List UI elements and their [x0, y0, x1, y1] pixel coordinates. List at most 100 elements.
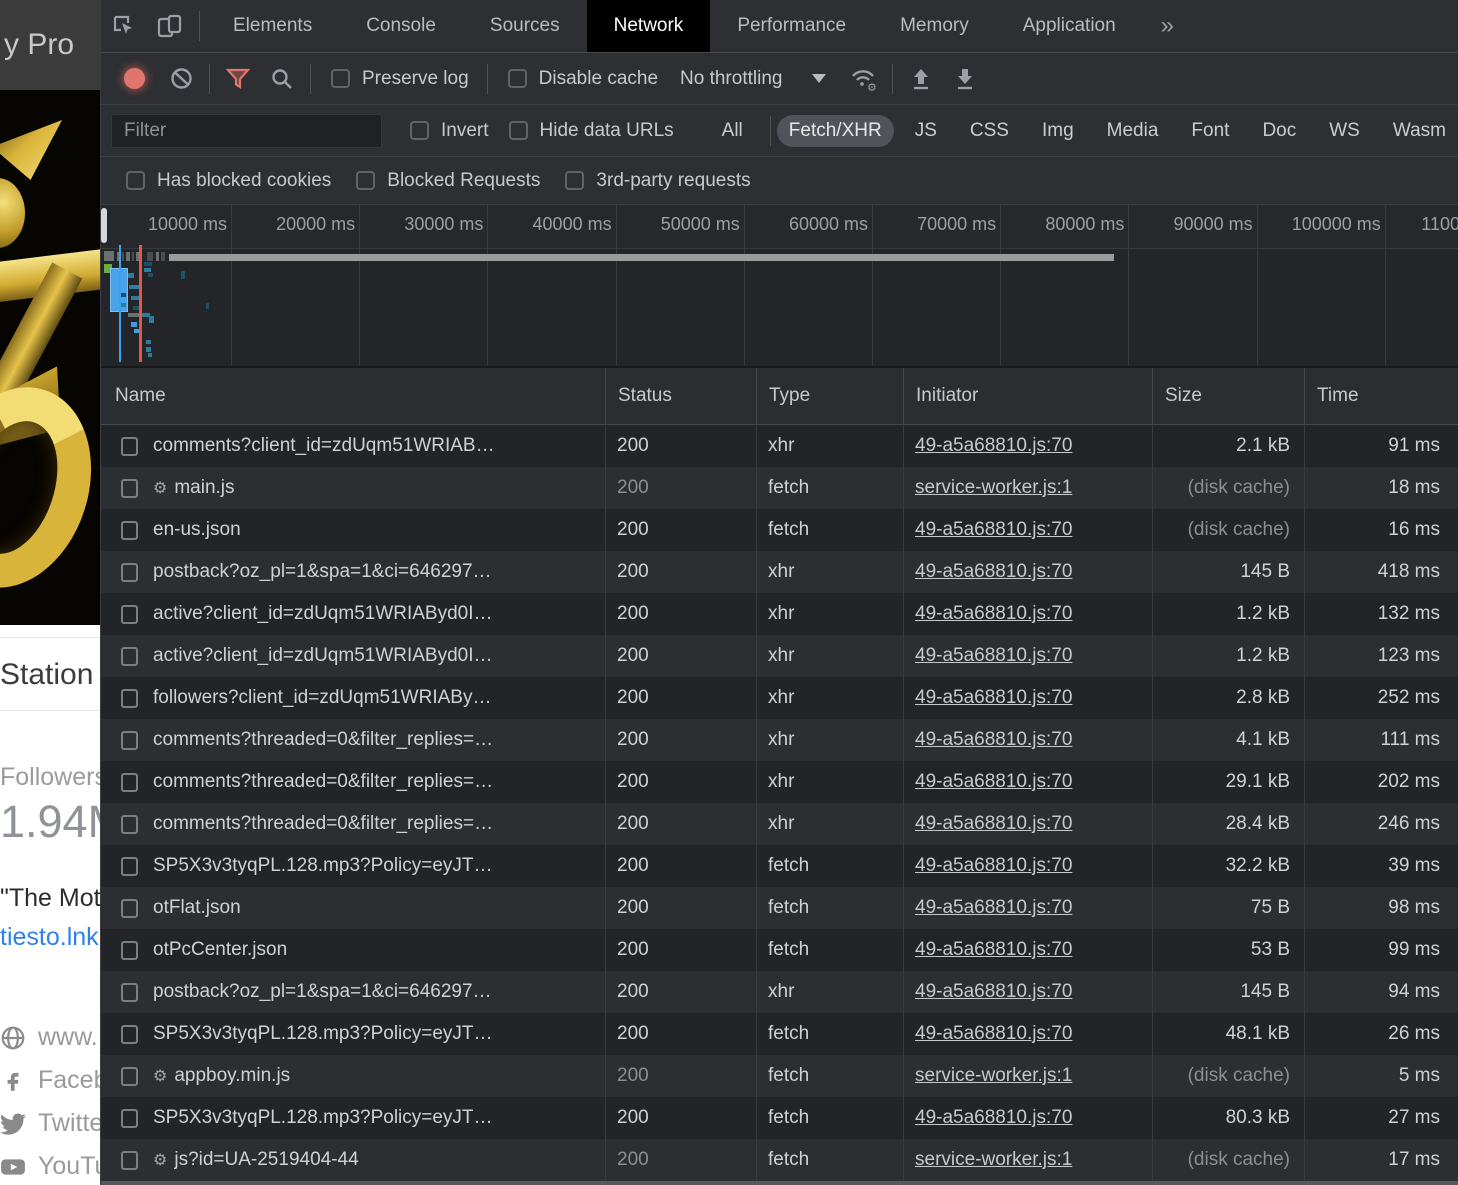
- tab-memory[interactable]: Memory: [873, 0, 996, 52]
- 3rd-party-requests-checkbox[interactable]: [565, 171, 584, 190]
- table-row[interactable]: ⚙ comments?threaded=0&filter_replies=… 2…: [101, 719, 1458, 761]
- filter-type-img[interactable]: Img: [1030, 115, 1086, 147]
- request-initiator-link[interactable]: service-worker.js:1: [915, 1149, 1072, 1171]
- row-checkbox[interactable]: [121, 941, 138, 960]
- request-initiator-link[interactable]: 49-a5a68810.js:70: [915, 939, 1072, 961]
- table-row[interactable]: ⚙ en-us.json 200 fetch 49-a5a68810.js:70…: [101, 509, 1458, 551]
- request-initiator-link[interactable]: 49-a5a68810.js:70: [915, 1107, 1072, 1129]
- timeline-overview[interactable]: 10000 ms20000 ms30000 ms40000 ms50000 ms…: [101, 205, 1458, 368]
- social-link-youtu[interactable]: YouTu: [0, 1145, 100, 1185]
- column-header-time[interactable]: Time: [1304, 368, 1458, 424]
- column-header-initiator[interactable]: Initiator: [903, 368, 1152, 424]
- tab-console[interactable]: Console: [339, 0, 463, 52]
- filter-type-media[interactable]: Media: [1095, 115, 1171, 147]
- filter-input[interactable]: [111, 114, 382, 148]
- table-row[interactable]: ⚙ comments?threaded=0&filter_replies=… 2…: [101, 803, 1458, 845]
- column-header-size[interactable]: Size: [1152, 368, 1304, 424]
- request-initiator-link[interactable]: 49-a5a68810.js:70: [915, 435, 1072, 457]
- social-link-faceb[interactable]: Faceb: [0, 1059, 100, 1102]
- row-checkbox[interactable]: [121, 479, 138, 498]
- table-row[interactable]: ⚙ followers?client_id=zdUqm51WRIABy… 200…: [101, 677, 1458, 719]
- device-toolbar-icon[interactable]: [147, 0, 193, 52]
- clear-icon[interactable]: [159, 61, 203, 97]
- hide-data-urls-checkbox[interactable]: [509, 121, 528, 140]
- row-checkbox[interactable]: [121, 857, 138, 876]
- table-row[interactable]: ⚙ comments?client_id=zdUqm51WRIAB… 200 x…: [101, 425, 1458, 467]
- request-initiator-link[interactable]: 49-a5a68810.js:70: [915, 561, 1072, 583]
- row-checkbox[interactable]: [121, 437, 138, 456]
- social-link-www[interactable]: www.: [0, 1016, 100, 1059]
- tab-network[interactable]: Network: [587, 0, 711, 52]
- table-row[interactable]: ⚙ SP5X3v3tyqPL.128.mp3?Policy=eyJT… 200 …: [101, 1097, 1458, 1139]
- filter-type-doc[interactable]: Doc: [1250, 115, 1308, 147]
- more-tabs-button[interactable]: »: [1143, 0, 1192, 52]
- row-checkbox[interactable]: [121, 773, 138, 792]
- tab-performance[interactable]: Performance: [710, 0, 873, 52]
- row-checkbox[interactable]: [121, 731, 138, 750]
- tab-elements[interactable]: Elements: [206, 0, 339, 52]
- table-row[interactable]: ⚙ SP5X3v3tyqPL.128.mp3?Policy=eyJT… 200 …: [101, 1013, 1458, 1055]
- request-initiator-link[interactable]: 49-a5a68810.js:70: [915, 897, 1072, 919]
- table-row[interactable]: ⚙ otPcCenter.json 200 fetch 49-a5a68810.…: [101, 929, 1458, 971]
- network-conditions-icon[interactable]: ⚙: [842, 61, 886, 97]
- table-row[interactable]: ⚙ otFlat.json 200 fetch 49-a5a68810.js:7…: [101, 887, 1458, 929]
- inspect-element-icon[interactable]: [101, 0, 147, 52]
- table-row[interactable]: ⚙ postback?oz_pl=1&spa=1&ci=646297… 200 …: [101, 971, 1458, 1013]
- row-checkbox[interactable]: [121, 1025, 138, 1044]
- filter-icon[interactable]: [216, 61, 260, 97]
- filter-type-font[interactable]: Font: [1179, 115, 1241, 147]
- request-initiator-link[interactable]: service-worker.js:1: [915, 477, 1072, 499]
- row-checkbox[interactable]: [121, 1109, 138, 1128]
- chevron-down-icon[interactable]: [812, 74, 826, 83]
- row-checkbox[interactable]: [121, 563, 138, 582]
- request-initiator-link[interactable]: 49-a5a68810.js:70: [915, 519, 1072, 541]
- social-link-twitte[interactable]: Twitte: [0, 1102, 100, 1145]
- column-header-status[interactable]: Status: [605, 368, 756, 424]
- request-initiator-link[interactable]: 49-a5a68810.js:70: [915, 1023, 1072, 1045]
- disable-cache-checkbox[interactable]: [508, 69, 527, 88]
- filter-type-wasm[interactable]: Wasm: [1381, 115, 1458, 147]
- tab-application[interactable]: Application: [996, 0, 1143, 52]
- table-row[interactable]: ⚙ postback?oz_pl=1&spa=1&ci=646297… 200 …: [101, 551, 1458, 593]
- table-row[interactable]: ⚙ appboy.min.js 200 fetch service-worker…: [101, 1055, 1458, 1097]
- filter-type-css[interactable]: CSS: [958, 115, 1021, 147]
- row-checkbox[interactable]: [121, 647, 138, 666]
- request-initiator-link[interactable]: 49-a5a68810.js:70: [915, 687, 1072, 709]
- table-row[interactable]: ⚙ SP5X3v3tyqPL.128.mp3?Policy=eyJT… 200 …: [101, 845, 1458, 887]
- request-initiator-link[interactable]: 49-a5a68810.js:70: [915, 813, 1072, 835]
- row-checkbox[interactable]: [121, 1067, 138, 1086]
- request-initiator-link[interactable]: 49-a5a68810.js:70: [915, 645, 1072, 667]
- row-checkbox[interactable]: [121, 605, 138, 624]
- row-checkbox[interactable]: [121, 899, 138, 918]
- row-checkbox[interactable]: [121, 689, 138, 708]
- profile-link[interactable]: tiesto.lnk: [0, 923, 100, 952]
- table-row[interactable]: ⚙ js?id=UA-2519404-44 200 fetch service-…: [101, 1139, 1458, 1181]
- request-initiator-link[interactable]: service-worker.js:1: [915, 1065, 1072, 1087]
- tab-sources[interactable]: Sources: [463, 0, 587, 52]
- has-blocked-cookies-checkbox[interactable]: [126, 171, 145, 190]
- throttling-select[interactable]: No throttling: [680, 68, 782, 90]
- preserve-log-checkbox[interactable]: [331, 69, 350, 88]
- filter-type-ws[interactable]: WS: [1317, 115, 1372, 147]
- search-icon[interactable]: [260, 61, 304, 97]
- table-row[interactable]: ⚙ active?client_id=zdUqm51WRIAByd0I… 200…: [101, 593, 1458, 635]
- row-checkbox[interactable]: [121, 983, 138, 1002]
- filter-type-js[interactable]: JS: [903, 115, 949, 147]
- request-initiator-link[interactable]: 49-a5a68810.js:70: [915, 855, 1072, 877]
- table-row[interactable]: ⚙ comments?threaded=0&filter_replies=… 2…: [101, 761, 1458, 803]
- export-har-icon[interactable]: [943, 61, 987, 97]
- row-checkbox[interactable]: [121, 815, 138, 834]
- request-initiator-link[interactable]: 49-a5a68810.js:70: [915, 771, 1072, 793]
- filter-type-all[interactable]: All: [710, 115, 755, 147]
- blocked-requests-checkbox[interactable]: [356, 171, 375, 190]
- column-header-type[interactable]: Type: [756, 368, 903, 424]
- row-checkbox[interactable]: [121, 521, 138, 540]
- table-row[interactable]: ⚙ active?client_id=zdUqm51WRIAByd0I… 200…: [101, 635, 1458, 677]
- invert-checkbox[interactable]: [410, 121, 429, 140]
- request-initiator-link[interactable]: 49-a5a68810.js:70: [915, 729, 1072, 751]
- table-row[interactable]: ⚙ main.js 200 fetch service-worker.js:1 …: [101, 467, 1458, 509]
- column-header-name[interactable]: Name: [101, 368, 605, 424]
- filter-type-fetchxhr[interactable]: Fetch/XHR: [777, 115, 894, 147]
- import-har-icon[interactable]: [899, 61, 943, 97]
- record-button[interactable]: [124, 68, 145, 89]
